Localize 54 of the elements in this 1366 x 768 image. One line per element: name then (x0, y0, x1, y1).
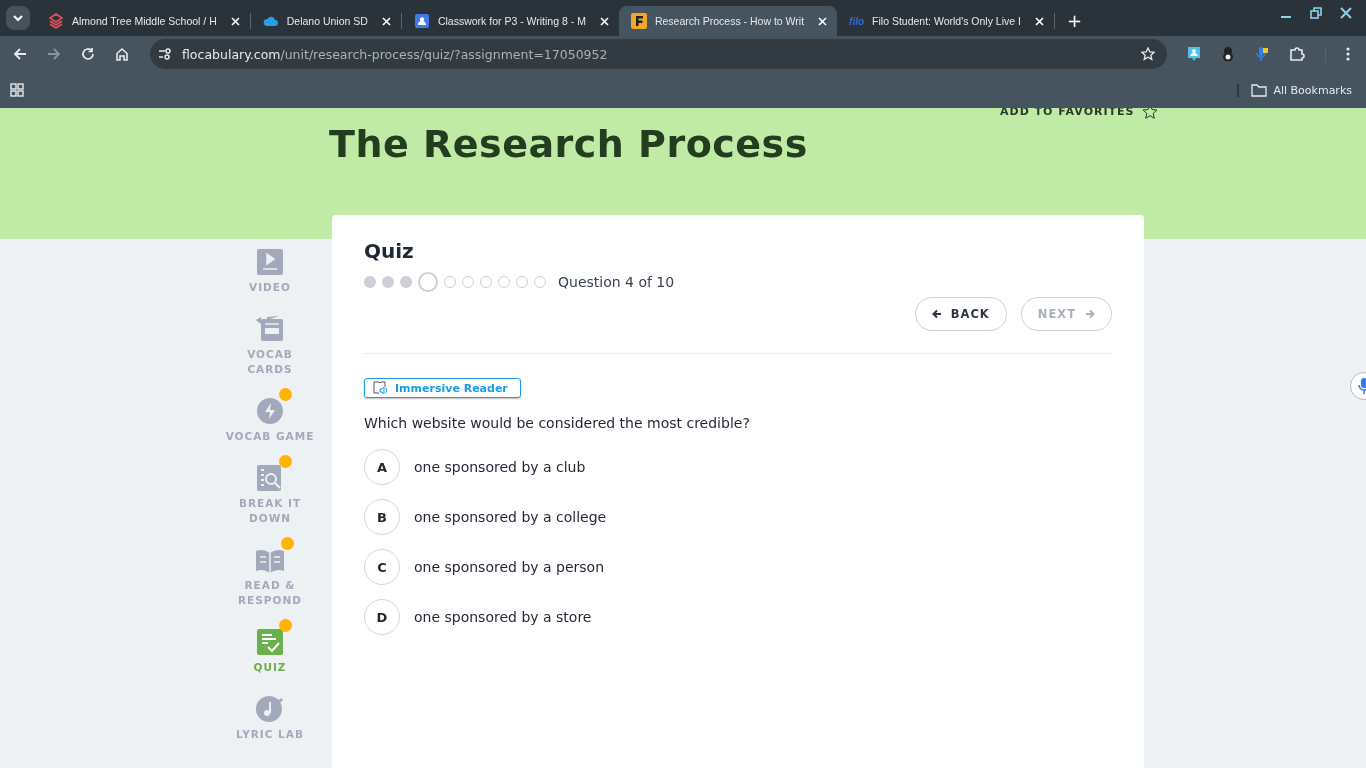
star-icon (1142, 108, 1159, 119)
answer-option[interactable]: one sponsored by a store (414, 609, 592, 625)
new-tab-button[interactable]: + (1066, 10, 1083, 31)
chevron-icon (13, 14, 23, 22)
music-note-icon (256, 696, 284, 722)
question-text: Which website would be considered the most credible? (364, 415, 751, 431)
folder-icon (1251, 83, 1268, 97)
animal-icon[interactable] (1221, 46, 1235, 62)
browser-tab[interactable]: Research Process - How to Writ (618, 6, 838, 36)
checklist-icon (257, 629, 283, 655)
answer-option[interactable]: one sponsored by a club (414, 459, 586, 475)
book-speaker-icon (373, 381, 389, 395)
tab-search-button[interactable] (6, 6, 30, 30)
browser-tab[interactable]: filo Filo Student: World's Only Live I (837, 6, 1054, 36)
question-counter: Question 4 of 10 (558, 274, 675, 290)
right-arrow-icon (1085, 309, 1095, 319)
answer-option[interactable]: one sponsored by a college (414, 509, 607, 525)
back-button[interactable]: BACK (914, 297, 1007, 331)
logo-icon: filo (849, 15, 865, 27)
option-letter[interactable]: D (364, 599, 400, 635)
option-letter[interactable]: B (364, 499, 400, 535)
browser-tab[interactable]: Classwork for P3 - Writing 8 - M (401, 6, 619, 36)
letter-logo-icon (630, 13, 647, 29)
puzzle-icon[interactable] (1289, 46, 1305, 62)
video-icon (257, 249, 283, 275)
back-arrow-icon[interactable] (13, 47, 27, 61)
address-bar[interactable]: flocabulary.com/unit/research-process/quiz/?assignment=17050952 (150, 39, 1167, 69)
microphone-icon[interactable] (1255, 46, 1269, 62)
left-arrow-icon (931, 309, 942, 319)
quiz-heading: Quiz (364, 239, 415, 263)
forward-arrow-icon[interactable] (47, 47, 61, 61)
close-icon[interactable] (1340, 7, 1352, 19)
browser-tab[interactable]: Almond Tree Middle School / H (36, 6, 250, 36)
option-letter[interactable]: C (364, 549, 400, 585)
more-menu-icon[interactable] (1346, 47, 1350, 61)
answer-option[interactable]: one sponsored by a person (414, 559, 605, 575)
lightning-bolt-icon (257, 398, 283, 424)
star-icon[interactable] (1141, 47, 1155, 61)
layers-icon (48, 13, 64, 29)
browser-tab[interactable]: Delano Union SD (250, 6, 401, 36)
open-book-icon (255, 547, 285, 573)
person-icon (413, 13, 430, 29)
site-settings-icon[interactable] (158, 48, 172, 60)
home-icon[interactable] (115, 47, 129, 61)
reload-icon[interactable] (81, 47, 95, 61)
option-letter[interactable]: A (364, 449, 400, 485)
apps-grid-icon[interactable] (10, 83, 24, 97)
all-bookmarks-button[interactable]: All Bookmarks (1237, 83, 1356, 97)
restore-icon[interactable] (1310, 7, 1322, 19)
cards-icon (255, 314, 285, 342)
url-text: flocabulary.com/unit/research-process/quiz/?assignment=17050952 (182, 46, 609, 62)
magnifier-page-icon (257, 465, 283, 491)
person-icon[interactable] (1187, 46, 1201, 62)
page-title: The Research Process (329, 122, 808, 166)
